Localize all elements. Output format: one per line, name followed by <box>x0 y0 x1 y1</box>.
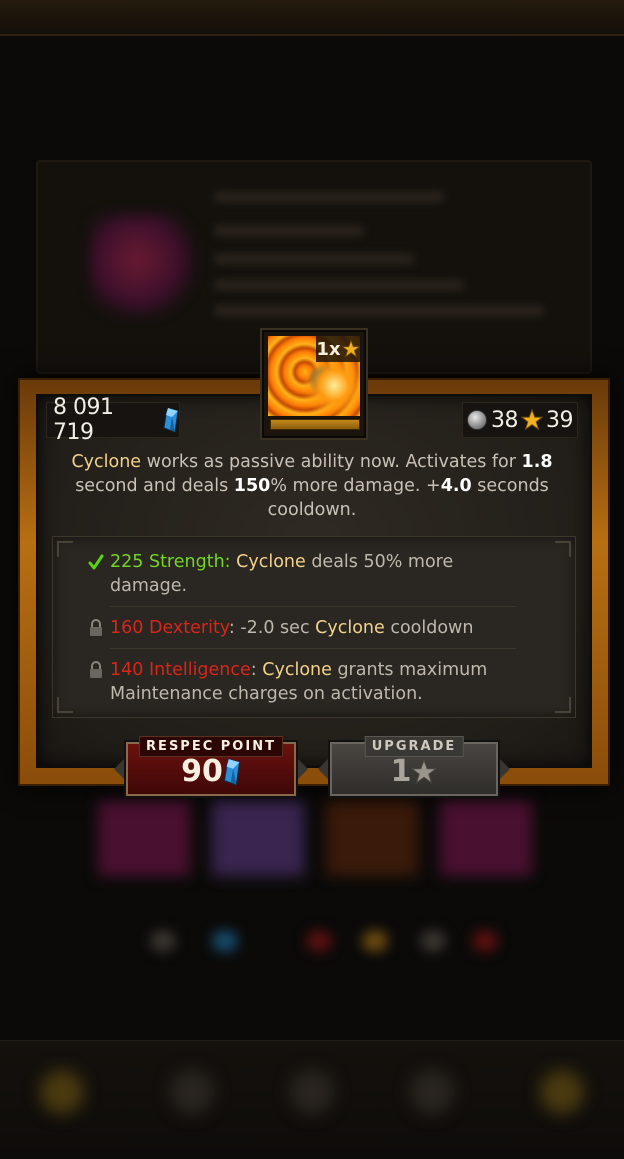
respec-cost-value: 90 <box>181 754 223 789</box>
grey-star-icon <box>411 758 438 784</box>
skill-description: Cyclone works as passive ability now. Ac… <box>52 450 572 522</box>
description-text: % more damage. + <box>270 476 441 496</box>
background-text-row <box>214 192 444 202</box>
background-text-row <box>214 280 464 290</box>
background-nav-icon <box>290 1070 334 1114</box>
blue-gem-icon <box>223 757 241 786</box>
background-dot <box>212 930 238 952</box>
requirement-stat: 160 Dexterity <box>110 618 229 638</box>
background-nav-icon <box>410 1070 454 1114</box>
cooldown-value: 4.0 <box>440 476 472 496</box>
requirement-skill-name: Cyclone <box>315 618 385 638</box>
silver-amount: 38 <box>491 407 519 433</box>
requirement-skill-name: Cyclone <box>236 552 306 572</box>
upgrade-button[interactable]: UPGRADE 1 <box>328 736 500 798</box>
background-dot <box>362 930 388 952</box>
requirement-separator: : <box>250 660 263 680</box>
background-nav-icon <box>170 1070 214 1114</box>
duration-value: 1.8 <box>521 452 553 472</box>
background-dot <box>150 930 176 952</box>
gem-amount: 8 091 719 <box>53 395 114 445</box>
background-item-icon <box>90 215 196 315</box>
requirement-row: 160 Dexterity: -2.0 sec Cyclone cooldown <box>90 616 530 640</box>
background-dot <box>306 930 332 952</box>
silver-star-currency-display: 38 39 <box>462 402 578 438</box>
background-nav-icon <box>540 1070 584 1114</box>
requirement-text: cooldown <box>384 618 474 638</box>
requirement-separator: : <box>224 552 237 572</box>
button-side-arrow <box>114 759 124 779</box>
skill-name: Cyclone <box>71 452 142 472</box>
silver-coin-icon <box>467 410 487 430</box>
skill-level-bar <box>270 419 360 430</box>
description-text: works as passive ability now. Activates … <box>141 452 522 472</box>
background-text-row <box>214 254 414 264</box>
background-dot <box>420 930 446 952</box>
lock-icon <box>90 661 102 678</box>
background-text-row <box>214 306 544 316</box>
background-text-row <box>214 226 364 236</box>
requirement-row: 140 Intelligence: Cyclone grants maximum… <box>90 658 530 706</box>
panel-corner-ornament <box>555 697 571 713</box>
skill-badge-count: 1x <box>316 338 341 360</box>
checkmark-icon <box>88 554 104 570</box>
skill-icon-frame: 1x <box>262 330 366 438</box>
background-thumb <box>326 800 418 876</box>
panel-corner-ornament <box>57 697 73 713</box>
background-thumb <box>98 800 190 876</box>
requirement-separator: : -2.0 sec <box>228 618 316 638</box>
panel-corner-ornament <box>555 541 571 557</box>
upgrade-cost-value: 1 <box>390 754 412 789</box>
lock-icon <box>90 619 102 636</box>
requirement-skill-name: Cyclone <box>262 660 332 680</box>
requirement-divider <box>110 648 516 649</box>
requirement-stat: 225 Strength <box>110 552 225 572</box>
gem-currency-display: 8 091 719 <box>46 395 180 445</box>
background-dot <box>472 930 498 952</box>
stars-amount: 39 <box>546 407 574 433</box>
damage-value: 150 <box>233 476 271 496</box>
button-side-arrow <box>500 759 510 779</box>
background-thumb <box>212 800 304 876</box>
requirement-row: 225 Strength: Cyclone deals 50% more dam… <box>88 550 530 598</box>
blue-gem-icon <box>163 407 179 433</box>
background-top-bar <box>0 0 624 36</box>
gold-star-icon <box>521 409 543 431</box>
background-nav-icon <box>40 1070 84 1114</box>
description-text: second and deals <box>75 476 234 496</box>
skill-star-badge: 1x <box>316 336 360 362</box>
respec-point-button[interactable]: RESPEC POINT 90 <box>124 736 298 798</box>
respec-cost: 90 <box>126 754 296 789</box>
requirement-stat: 140 Intelligence <box>110 660 251 680</box>
button-side-arrow <box>298 759 308 779</box>
panel-corner-ornament <box>57 541 73 557</box>
background-thumb <box>440 800 532 876</box>
requirement-divider <box>110 606 516 607</box>
gold-star-icon <box>341 340 360 358</box>
button-side-arrow <box>318 759 328 779</box>
upgrade-cost: 1 <box>330 754 498 789</box>
